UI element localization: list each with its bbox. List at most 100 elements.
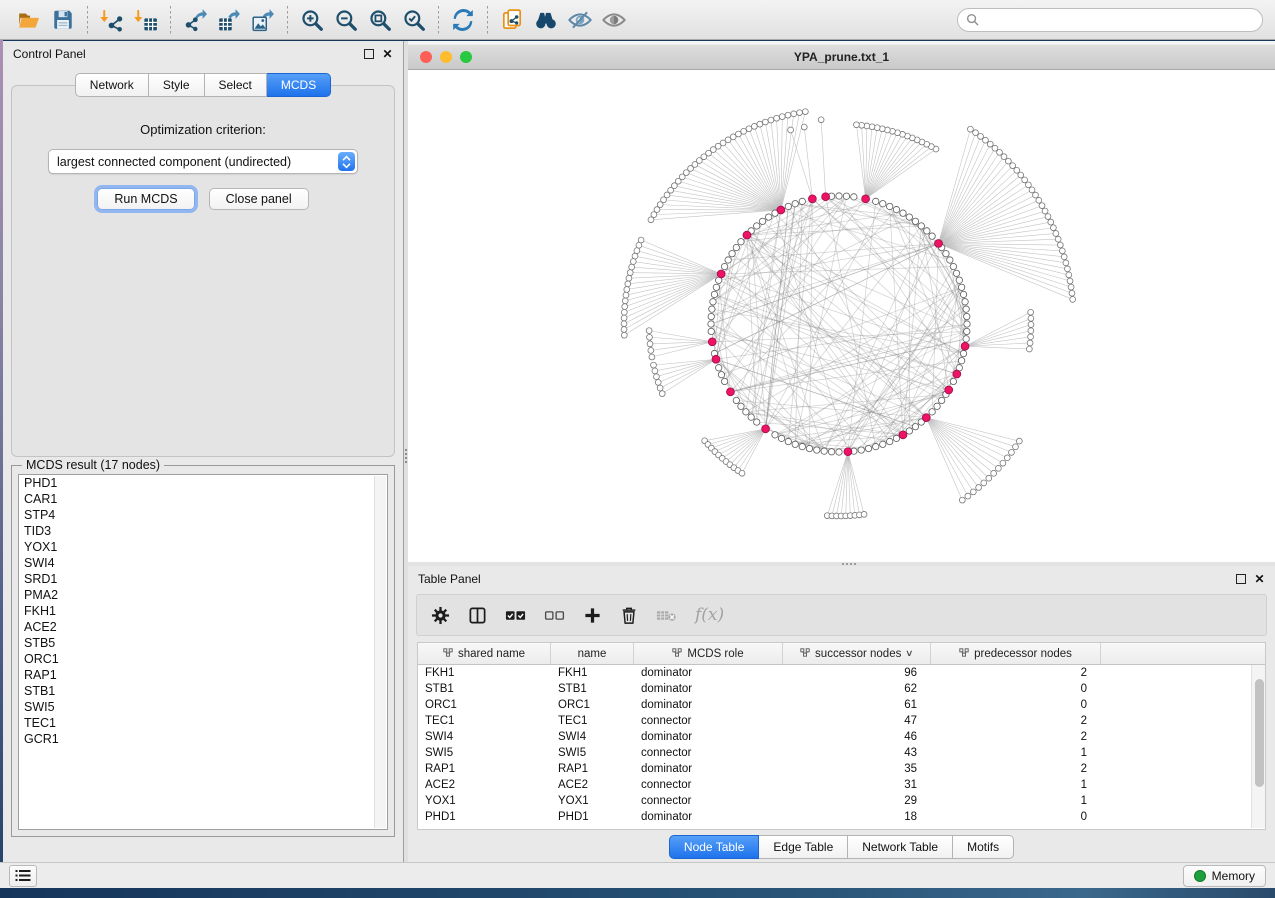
table-cell[interactable]: SWI4 xyxy=(551,731,634,743)
binoculars-icon[interactable] xyxy=(529,4,563,36)
table-cell[interactable]: 0 xyxy=(931,699,1101,711)
column-header-shared-name[interactable]: shared name xyxy=(418,643,551,664)
mcds-result-item[interactable]: STB5 xyxy=(19,635,387,651)
mcds-result-item[interactable]: STP4 xyxy=(19,507,387,523)
mcds-result-item[interactable]: TID3 xyxy=(19,523,387,539)
table-cell[interactable]: 43 xyxy=(783,747,931,759)
table-cell[interactable]: 61 xyxy=(783,699,931,711)
close-panel-button[interactable]: Close panel xyxy=(209,188,309,210)
add-column-icon[interactable] xyxy=(583,606,602,625)
table-cell[interactable]: 31 xyxy=(783,779,931,791)
network-canvas[interactable] xyxy=(408,70,1275,562)
zoom-in-icon[interactable] xyxy=(295,4,329,36)
column-header-successor-nodes[interactable]: successor nodes∨ xyxy=(783,643,931,664)
table-cell[interactable]: 2 xyxy=(931,731,1101,743)
zoom-selected-icon[interactable] xyxy=(397,4,431,36)
table-cell[interactable]: FKH1 xyxy=(551,667,634,679)
import-network-icon[interactable] xyxy=(95,4,129,36)
run-mcds-button[interactable]: Run MCDS xyxy=(97,188,194,210)
table-cell[interactable]: ORC1 xyxy=(418,699,551,711)
table-cell[interactable]: 2 xyxy=(931,715,1101,727)
table-cell[interactable]: 47 xyxy=(783,715,931,727)
table-row[interactable]: FKH1FKH1dominator962 xyxy=(418,665,1265,681)
table-scrollbar-thumb[interactable] xyxy=(1255,679,1264,787)
table-cell[interactable]: ACE2 xyxy=(418,779,551,791)
tab-network[interactable]: Network xyxy=(75,73,149,97)
table-cell[interactable]: PHD1 xyxy=(551,811,634,823)
table-row[interactable]: PHD1PHD1dominator180 xyxy=(418,809,1265,825)
close-table-panel-icon[interactable]: ✕ xyxy=(1254,574,1265,585)
tab-edge-table[interactable]: Edge Table xyxy=(759,835,848,859)
mcds-result-item[interactable]: STB1 xyxy=(19,683,387,699)
table-cell[interactable]: 1 xyxy=(931,779,1101,791)
export-network-icon[interactable] xyxy=(178,4,212,36)
memory-button[interactable]: Memory xyxy=(1183,865,1266,887)
mcds-result-item[interactable]: GCR1 xyxy=(19,731,387,747)
table-cell[interactable]: 29 xyxy=(783,795,931,807)
table-cell[interactable]: SWI4 xyxy=(418,731,551,743)
settings-gear-icon[interactable] xyxy=(431,606,450,625)
tab-network-table[interactable]: Network Table xyxy=(848,835,953,859)
eye-slash-icon[interactable] xyxy=(563,4,597,36)
tab-node-table[interactable]: Node Table xyxy=(669,835,760,859)
table-cell[interactable]: 46 xyxy=(783,731,931,743)
menu-list-icon[interactable] xyxy=(9,865,37,887)
table-cell[interactable]: 1 xyxy=(931,795,1101,807)
export-table-icon[interactable] xyxy=(212,4,246,36)
table-cell[interactable]: ACE2 xyxy=(551,779,634,791)
mcds-result-item[interactable]: PMA2 xyxy=(19,587,387,603)
eye-icon[interactable] xyxy=(597,4,631,36)
open-session-icon[interactable] xyxy=(12,4,46,36)
table-cell[interactable]: 96 xyxy=(783,667,931,679)
mcds-result-item[interactable]: SWI5 xyxy=(19,699,387,715)
table-cell[interactable]: SWI5 xyxy=(551,747,634,759)
table-cell[interactable]: RAP1 xyxy=(418,763,551,775)
table-cell[interactable]: 1 xyxy=(931,747,1101,759)
mcds-result-item[interactable]: FKH1 xyxy=(19,603,387,619)
table-cell[interactable]: 18 xyxy=(783,811,931,823)
table-cell[interactable]: YOX1 xyxy=(551,795,634,807)
zoom-out-icon[interactable] xyxy=(329,4,363,36)
table-cell[interactable]: 2 xyxy=(931,763,1101,775)
table-cell[interactable]: RAP1 xyxy=(551,763,634,775)
sort-caret-icon[interactable]: ∨ xyxy=(905,648,914,659)
table-row[interactable]: YOX1YOX1connector291 xyxy=(418,793,1265,809)
float-table-panel-icon[interactable] xyxy=(1235,574,1246,585)
table-cell[interactable]: PHD1 xyxy=(418,811,551,823)
result-list-scrollbar[interactable] xyxy=(374,476,386,828)
table-row[interactable]: SWI4SWI4dominator462 xyxy=(418,729,1265,745)
mcds-result-item[interactable]: PHD1 xyxy=(19,475,387,491)
table-cell[interactable]: STB1 xyxy=(418,683,551,695)
save-session-icon[interactable] xyxy=(46,4,80,36)
table-row[interactable]: TEC1TEC1connector472 xyxy=(418,713,1265,729)
table-cell[interactable]: YOX1 xyxy=(418,795,551,807)
horizontal-splitter[interactable] xyxy=(408,562,1275,566)
table-cell[interactable]: 0 xyxy=(931,811,1101,823)
optimization-criterion-select[interactable]: largest connected component (undirected) xyxy=(48,149,358,174)
table-cell[interactable]: 2 xyxy=(931,667,1101,679)
table-row[interactable]: ACE2ACE2connector311 xyxy=(418,777,1265,793)
table-cell[interactable]: 35 xyxy=(783,763,931,775)
table-cell[interactable]: connector xyxy=(634,779,783,791)
table-cell[interactable]: TEC1 xyxy=(551,715,634,727)
table-row[interactable]: STB1STB1dominator620 xyxy=(418,681,1265,697)
column-header-MCDS-role[interactable]: MCDS role xyxy=(634,643,783,664)
network-graph[interactable] xyxy=(408,70,1275,562)
mcds-result-item[interactable]: SRD1 xyxy=(19,571,387,587)
mcds-result-item[interactable]: TEC1 xyxy=(19,715,387,731)
mcds-result-item[interactable]: ORC1 xyxy=(19,651,387,667)
tab-style[interactable]: Style xyxy=(149,73,205,97)
column-header-predecessor-nodes[interactable]: predecessor nodes xyxy=(931,643,1101,664)
float-panel-icon[interactable] xyxy=(363,49,374,60)
mcds-result-item[interactable]: CAR1 xyxy=(19,491,387,507)
table-cell[interactable]: TEC1 xyxy=(418,715,551,727)
table-row[interactable]: ORC1ORC1dominator610 xyxy=(418,697,1265,713)
delete-column-icon[interactable] xyxy=(620,606,638,625)
table-cell[interactable]: connector xyxy=(634,715,783,727)
export-image-icon[interactable] xyxy=(246,4,280,36)
table-cell[interactable]: ORC1 xyxy=(551,699,634,711)
table-cell[interactable]: connector xyxy=(634,747,783,759)
mcds-result-item[interactable]: SWI4 xyxy=(19,555,387,571)
network-window-titlebar[interactable]: YPA_prune.txt_1 xyxy=(408,44,1275,70)
mcds-result-item[interactable]: RAP1 xyxy=(19,667,387,683)
